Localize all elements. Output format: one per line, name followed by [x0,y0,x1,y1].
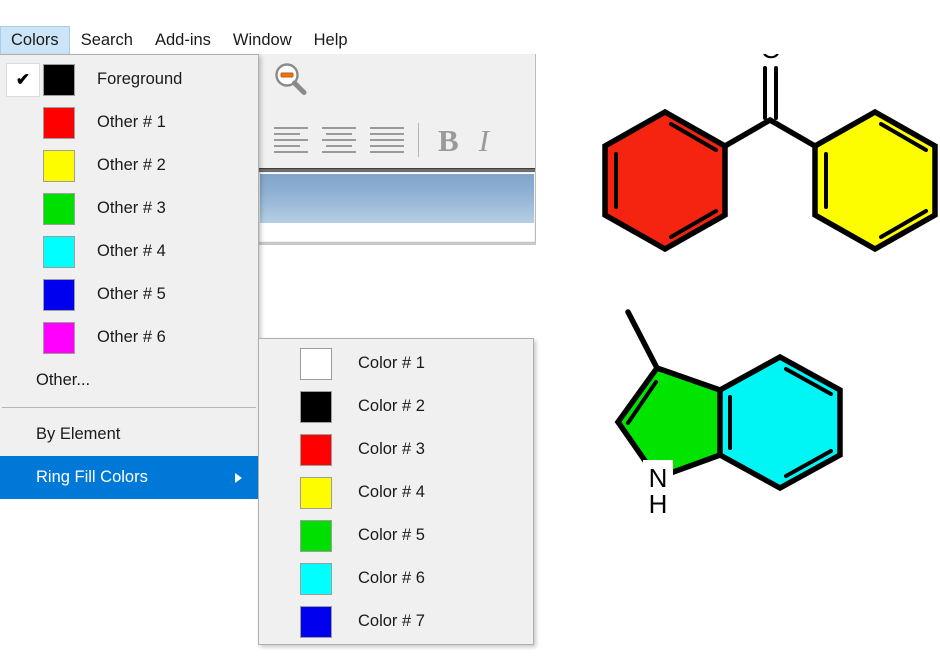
menubar-item-colors-label: Colors [11,31,59,50]
selected-document-bar [260,173,534,224]
toolbar-panel: B I [258,54,536,242]
checkmark-cell [6,321,40,355]
menu-item-label: Other... [36,371,90,390]
color-swatch [43,236,75,268]
toolbar-panel-bottom-edge [258,242,536,245]
menu-item-label: Other # 3 [97,199,166,218]
color-swatch [300,563,332,595]
molecule-3-methylindole: N H [618,312,840,520]
submenu-item-label: Color # 5 [358,526,425,545]
menu-item-other-6[interactable]: Other # 6 [0,316,258,359]
menubar-item-window[interactable]: Window [222,26,303,54]
color-swatch [43,150,75,182]
align-justify-icon[interactable] [365,122,409,158]
submenu-item-label: Color # 6 [358,569,425,588]
align-center-icon[interactable] [317,122,361,158]
color-swatch [300,477,332,509]
color-swatch [43,279,75,311]
color-swatch [300,606,332,638]
menu-item-label: By Element [36,425,120,444]
menu-item-other-5[interactable]: Other # 5 [0,273,258,316]
color-swatch [300,391,332,423]
molecule-canvas: O N H [540,0,940,660]
submenu-item-color-5[interactable]: Color # 5 [259,514,533,557]
menu-item-label: Other # 4 [97,242,166,261]
checkmark-cell [6,149,40,183]
menu-item-foreground[interactable]: ✔ Foreground [0,58,258,101]
submenu-item-label: Color # 3 [358,440,425,459]
menubar-item-help[interactable]: Help [303,26,359,54]
submenu-item-color-1[interactable]: Color # 1 [259,342,533,385]
menu-separator [2,407,256,408]
zoom-out-magnifier-icon[interactable] [271,60,311,100]
menubar-item-search[interactable]: Search [70,26,144,54]
color-swatch [300,348,332,380]
menu-item-other-custom[interactable]: Other... [0,359,258,402]
benzene-ring-fill-yellow [815,112,935,249]
document-canvas-area [260,223,534,241]
molecule-benzophenone: O [605,34,935,249]
menubar-item-search-label: Search [81,31,133,50]
checkmark-cell: ✔ [6,63,40,97]
menubar-item-addins-label: Add-ins [155,31,211,50]
chevron-right-icon [235,473,242,483]
submenu-item-color-4[interactable]: Color # 4 [259,471,533,514]
checkmark-cell [6,106,40,140]
toolbar-row-zoom [259,54,535,112]
menu-bar: Colors Search Add-ins Window Help [0,26,940,54]
menu-item-label: Other # 5 [97,285,166,304]
submenu-item-color-3[interactable]: Color # 3 [259,428,533,471]
checkmark-cell [6,278,40,312]
submenu-item-color-7[interactable]: Color # 7 [259,600,533,643]
submenu-item-label: Color # 7 [358,612,425,631]
color-swatch [43,193,75,225]
benzene-ring-fill-red [605,112,725,249]
toolbar-separator [418,123,419,157]
menu-item-by-element[interactable]: By Element [0,413,258,456]
atom-label-hydrogen: H [649,489,668,519]
color-swatch [300,434,332,466]
color-swatch [43,107,75,139]
menu-item-label: Ring Fill Colors [36,468,148,487]
submenu-item-color-6[interactable]: Color # 6 [259,557,533,600]
checkmark-cell [6,192,40,226]
menu-item-label: Other # 2 [97,156,166,175]
menubar-item-colors[interactable]: Colors [0,26,70,54]
checkmark-cell [6,235,40,269]
menu-item-label: Other # 1 [97,113,166,132]
italic-button[interactable]: I [469,125,499,156]
menu-item-other-4[interactable]: Other # 4 [0,230,258,273]
menubar-item-help-label: Help [314,31,348,50]
check-icon: ✔ [16,71,30,88]
menu-item-ring-fill-colors[interactable]: Ring Fill Colors [0,456,258,499]
bold-button[interactable]: B [428,125,469,156]
submenu-item-color-2[interactable]: Color # 2 [259,385,533,428]
submenu-item-label: Color # 2 [358,397,425,416]
menu-item-label: Other # 6 [97,328,166,347]
benzene-ring-fill-cyan [720,357,840,488]
toolbar-row-format: B I [259,112,545,168]
menubar-item-addins[interactable]: Add-ins [144,26,222,54]
submenu-item-label: Color # 4 [358,483,425,502]
ring-fill-colors-submenu: Color # 1 Color # 2 Color # 3 Color # 4 … [258,338,534,645]
menu-item-other-3[interactable]: Other # 3 [0,187,258,230]
menu-item-other-2[interactable]: Other # 2 [0,144,258,187]
color-swatch [43,64,75,96]
align-left-icon[interactable] [269,122,313,158]
menu-item-other-1[interactable]: Other # 1 [0,101,258,144]
color-swatch [43,322,75,354]
submenu-item-label: Color # 1 [358,354,425,373]
toolbar-divider [259,168,535,172]
menubar-item-window-label: Window [233,31,292,50]
colors-dropdown-menu: ✔ Foreground Other # 1 Other # 2 Other #… [0,54,259,477]
color-swatch [300,520,332,552]
menu-item-label: Foreground [97,70,182,89]
